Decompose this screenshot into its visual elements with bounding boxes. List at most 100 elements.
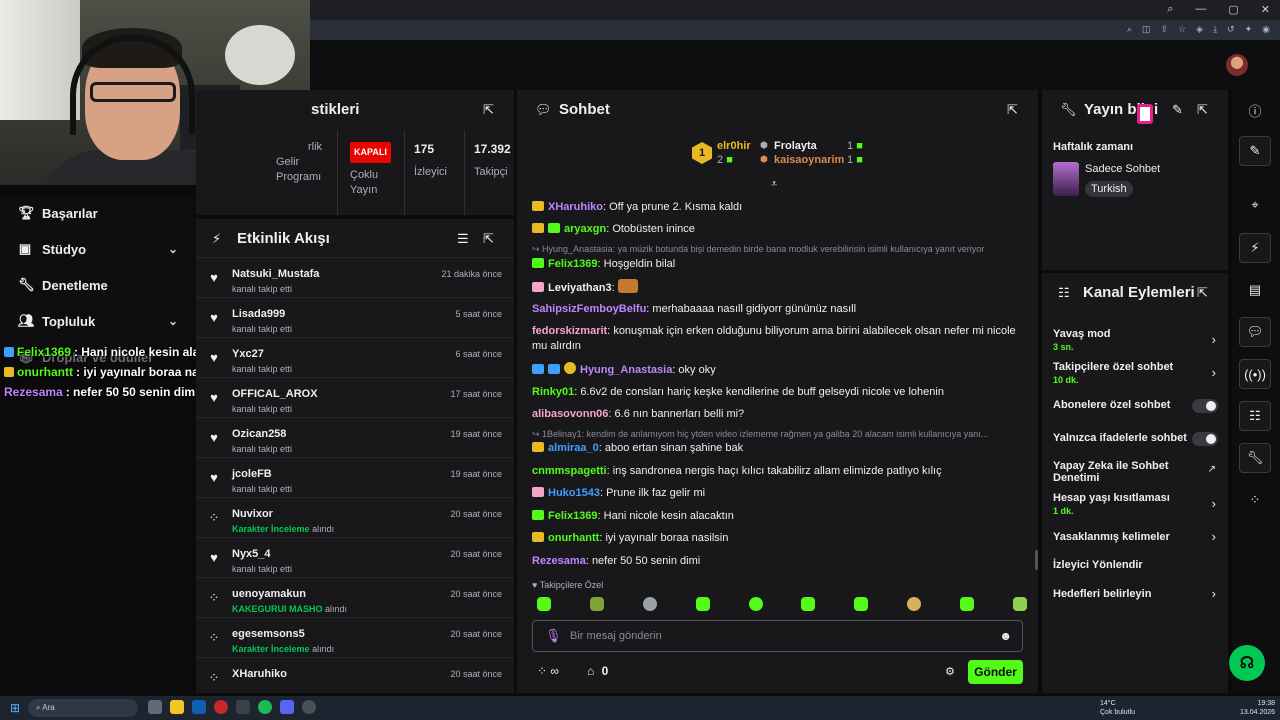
banned-words-action[interactable]: Yasaklanmış kelimeler ›	[1053, 529, 1218, 544]
activity-user[interactable]: Natsuki_Mustafa	[232, 268, 319, 280]
emote-icon[interactable]	[589, 597, 604, 611]
taskbar-clock[interactable]: 19:38 13.04.2026	[1240, 699, 1275, 717]
category-thumbnail[interactable]	[1053, 162, 1079, 196]
chat-user[interactable]: Felix1369	[548, 258, 598, 270]
activity-user[interactable]: Ozican258	[232, 428, 286, 440]
chat-user[interactable]: Leviyathan3	[548, 282, 612, 294]
account-age-action[interactable]: Hesap yaşı kısıtlaması 1 dk. ›	[1053, 492, 1218, 516]
taskbar-weather[interactable]: 14°C Çok bulutlu	[1100, 699, 1135, 717]
chat-bubble-icon[interactable]: 💬︎	[1239, 317, 1271, 347]
share-icon[interactable]: ⇪	[1161, 24, 1169, 35]
address-bar[interactable]: ⌕ ◫ ⇪ ☆ ◈ ⤓ ↺ ✦ ◉	[310, 20, 1280, 40]
store-icon[interactable]: ⌂ 0	[587, 664, 608, 678]
emote-icon[interactable]	[907, 597, 922, 611]
discord-icon[interactable]	[280, 700, 294, 714]
lightning-icon[interactable]: ⚡︎	[1239, 233, 1271, 263]
spotify-icon[interactable]	[258, 700, 272, 714]
leader-third-name[interactable]: kaisaoynarim	[774, 154, 844, 166]
bookmark-icon[interactable]: ☆	[1178, 24, 1186, 35]
activity-user[interactable]: XHaruhiko	[232, 668, 287, 680]
emote-chat-action[interactable]: Yalnızca ifadelerle sohbet	[1053, 432, 1218, 446]
chat-user[interactable]: Huko1543	[548, 487, 600, 499]
emote-icon[interactable]	[537, 597, 551, 611]
list-item[interactable]: ♥ Lisada999 kanalı takip etti 5 saat önc…	[196, 297, 514, 337]
list-item[interactable]: ♥ OFFICAL_AROX kanalı takip etti 17 saat…	[196, 377, 514, 417]
popout-icon[interactable]: ⇱	[1197, 285, 1208, 301]
avatar[interactable]	[1226, 54, 1248, 76]
scrollbar[interactable]	[1035, 550, 1038, 570]
list-item[interactable]: ♥ Nyx5_4 kanalı takip etti 20 saat önce	[196, 537, 514, 577]
emote-icon[interactable]	[748, 597, 763, 611]
raid-action[interactable]: İzleyici Yönlendir	[1053, 559, 1218, 571]
sidebar-item-studyo[interactable]: ▣ Stüdyo ⌄	[18, 241, 178, 257]
list-item[interactable]: ♥ Ozican258 kanalı takip etti 19 saat ön…	[196, 417, 514, 457]
edit-icon[interactable]: ✎	[1172, 102, 1183, 118]
chat-user[interactable]: fedorskizmarit	[532, 325, 607, 337]
sidebar-item-basarilar[interactable]: 🏆︎ Başarılar	[18, 205, 178, 221]
settings-app-icon[interactable]	[192, 700, 206, 714]
subs-chat-action[interactable]: Abonelere özel sohbet	[1053, 399, 1218, 413]
category-name[interactable]: Sadece Sohbet	[1085, 163, 1160, 175]
chat-user[interactable]: onurhantt	[548, 532, 599, 544]
emoji-icon[interactable]: ☻	[999, 629, 1012, 643]
settings-icon[interactable]: ⚙︎	[945, 665, 955, 678]
broadcast-icon[interactable]: ((•))	[1239, 359, 1271, 389]
zoom-icon[interactable]: ⌕	[1127, 24, 1132, 35]
activity-user[interactable]: jcoleFB	[232, 468, 272, 480]
points-icon[interactable]: ⁘ ∞	[537, 664, 559, 678]
chat-user[interactable]: Felix1369	[548, 510, 598, 522]
task-view-icon[interactable]	[148, 700, 162, 714]
search-icon[interactable]: ⌕	[1167, 3, 1173, 16]
chat-user[interactable]: SahipsizFemboyBelfu	[532, 303, 646, 315]
list-item[interactable]: ♥ Yxc27 kanalı takip etti 6 saat önce	[196, 337, 514, 377]
translate-icon[interactable]: ◫	[1142, 24, 1151, 35]
subs-chat-toggle[interactable]	[1192, 399, 1218, 413]
history-icon[interactable]: ↺	[1227, 24, 1235, 35]
ai-moderation-action[interactable]: Yapay Zeka ile Sohbet Denetimi ↗	[1053, 460, 1218, 484]
taskbar-search[interactable]: ⌕ Ara	[28, 699, 138, 717]
notes-icon[interactable]: ▤	[1239, 275, 1271, 305]
obs-icon[interactable]	[302, 700, 316, 714]
activity-user[interactable]: uenoyamakun	[232, 588, 306, 600]
emote-chat-toggle[interactable]	[1192, 432, 1218, 446]
popout-icon[interactable]: ⇱	[483, 102, 494, 118]
info-icon[interactable]: ⓘ	[1239, 95, 1271, 125]
edit-icon[interactable]: ✎	[1239, 136, 1271, 166]
list-item[interactable]: ♥ Natsuki_Mustafa kanalı takip etti 21 d…	[196, 257, 514, 297]
emote-icon[interactable]	[960, 597, 974, 611]
chat-user[interactable]: aryaxgn	[564, 223, 606, 235]
chat-user[interactable]: almiraa_0	[548, 442, 599, 454]
activity-user[interactable]: egesemsons5	[232, 628, 305, 640]
chat-user[interactable]: XHaruhiko	[548, 201, 603, 213]
list-item[interactable]: ⁘ uenoyamakun KAKEGURUI MASHO alındı 20 …	[196, 577, 514, 617]
sidebar-item-denetleme[interactable]: 🔧︎ Denetleme	[18, 277, 178, 293]
list-item[interactable]: ⁘ Nuvixor Karakter İnceleme alındı 20 sa…	[196, 497, 514, 537]
chat-user[interactable]: alibasovonn06	[532, 408, 608, 420]
popout-icon[interactable]: ⇱	[483, 231, 494, 247]
download-icon[interactable]: ⤓	[1213, 24, 1217, 35]
popout-icon[interactable]: ⇱	[1007, 102, 1018, 118]
app-icon[interactable]	[236, 700, 250, 714]
emote-icon[interactable]	[642, 597, 657, 611]
minimize-icon[interactable]: —	[1195, 3, 1206, 16]
windows-start-icon[interactable]: ⊞	[10, 701, 20, 715]
emote-icon[interactable]	[695, 597, 710, 611]
activity-user[interactable]: Lisada999	[232, 308, 285, 320]
leader-first-name[interactable]: elr0hir	[717, 140, 751, 152]
list-item[interactable]: ⁘ egesemsons5 Karakter İnceleme alındı 2…	[196, 617, 514, 657]
extension-icon[interactable]: ◈	[1196, 24, 1203, 35]
list-item[interactable]: ⁘ XHaruhiko 20 saat önce	[196, 657, 514, 693]
chat-input[interactable]: 🎙︎ Bir mesaj gönderin ☻	[532, 620, 1023, 652]
profile-icon[interactable]: ◉	[1262, 24, 1270, 35]
activity-user[interactable]: Nyx5_4	[232, 548, 271, 560]
leader-second-name[interactable]: Frolayta	[774, 140, 817, 152]
followers-chat-action[interactable]: Takipçilere özel sohbet 10 dk. ›	[1053, 361, 1218, 385]
goals-action[interactable]: Hedefleri belirleyin ›	[1053, 586, 1218, 601]
emote-icon[interactable]	[1012, 597, 1027, 611]
chat-user[interactable]: Rezesama	[532, 555, 586, 567]
emote-icon[interactable]	[854, 597, 869, 611]
chat-user[interactable]: Rinky01	[532, 386, 574, 398]
extensions-icon[interactable]: ✦	[1245, 24, 1253, 35]
capture-icon[interactable]: ⌖	[1239, 190, 1271, 220]
emote-icon[interactable]	[801, 597, 816, 611]
